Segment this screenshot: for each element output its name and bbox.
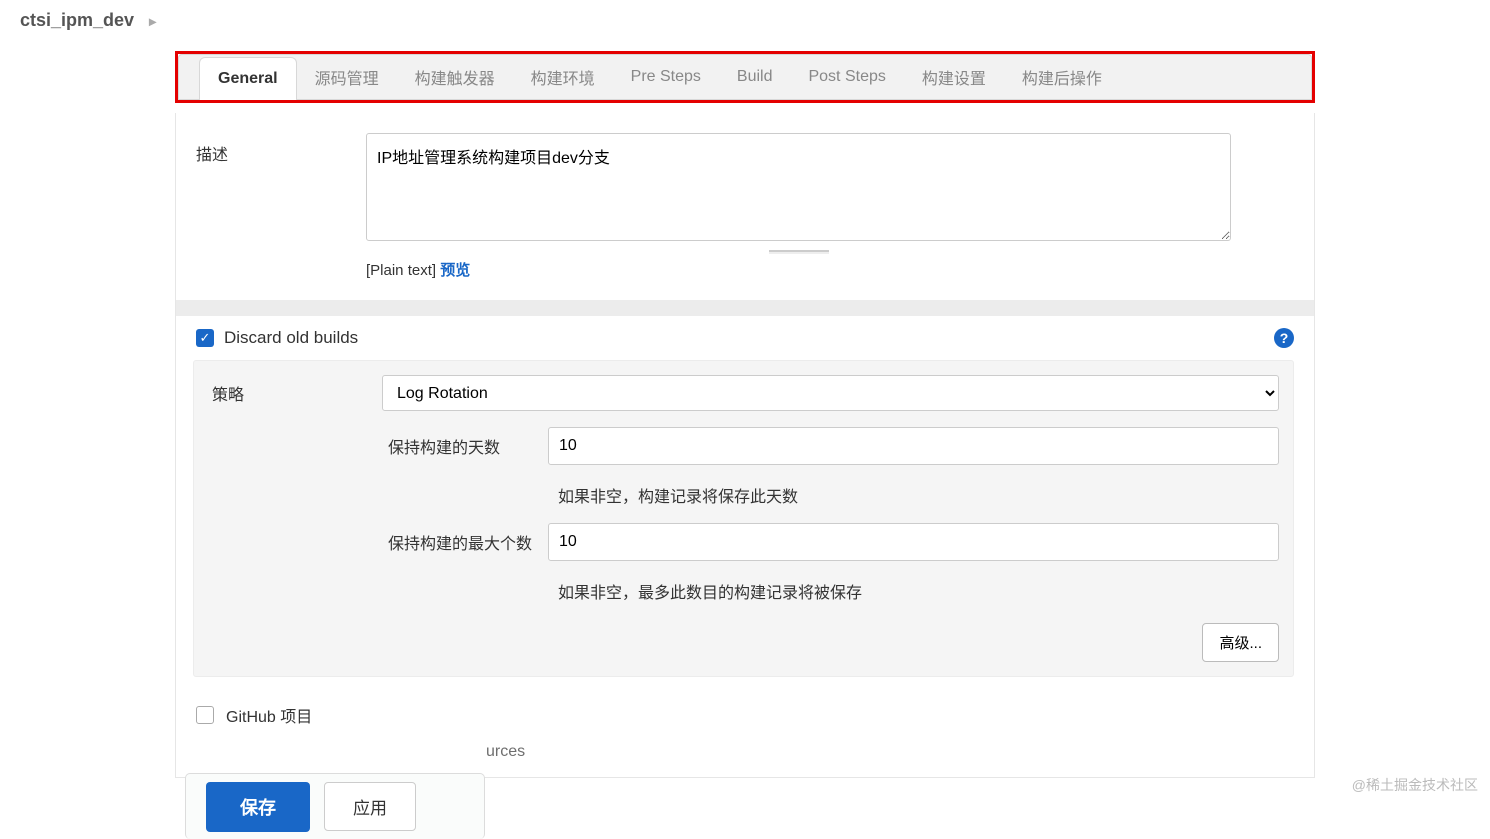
tab-env[interactable]: 构建环境 [513,55,613,99]
tab-bar: General 源码管理 构建触发器 构建环境 Pre Steps Build … [178,54,1312,100]
description-textarea[interactable]: IP地址管理系统构建项目dev分支 [366,133,1231,241]
chevron-right-icon: ▸ [149,13,156,29]
tab-scm[interactable]: 源码管理 [297,55,397,99]
breadcrumb-title[interactable]: ctsi_ipm_dev [20,10,134,30]
discard-old-builds-row: ✓ Discard old builds ? [196,328,1294,348]
save-bar: 保存 应用 [185,773,485,839]
github-project-checkbox[interactable] [196,706,214,724]
section-divider [176,300,1314,316]
tab-build[interactable]: Build [719,55,791,99]
tab-general[interactable]: General [199,57,297,100]
tabs-highlight-box: General 源码管理 构建触发器 构建环境 Pre Steps Build … [175,51,1315,103]
textarea-resize-bar[interactable] [366,250,1231,255]
tab-post-build[interactable]: 构建后操作 [1004,55,1120,99]
save-button[interactable]: 保存 [206,782,310,832]
tab-post-steps[interactable]: Post Steps [790,55,903,99]
form-area: 描述 IP地址管理系统构建项目dev分支 [Plain text] 预览 ✓ D… [175,113,1315,778]
github-project-label: GitHub 项目 [226,703,312,727]
strategy-label: 策略 [208,381,382,405]
partial-text: urces [486,743,525,761]
preview-link[interactable]: 预览 [440,262,470,279]
description-label: 描述 [196,133,366,165]
days-to-keep-label: 保持构建的天数 [378,434,548,458]
plain-text-label: [Plain text] [366,262,436,279]
max-builds-help: 如果非空，最多此数目的构建记录将被保存 [558,579,1279,603]
github-project-row: GitHub 项目 [196,703,1294,727]
advanced-button[interactable]: 高级... [1202,623,1279,662]
discard-old-builds-label: Discard old builds [224,328,358,348]
days-to-keep-input[interactable] [548,427,1279,465]
description-format-row: [Plain text] 预览 [366,259,1294,280]
partial-row: urces [196,743,1294,761]
tab-pre-steps[interactable]: Pre Steps [613,55,719,99]
tab-build-settings[interactable]: 构建设置 [904,55,1004,99]
tab-triggers[interactable]: 构建触发器 [397,55,513,99]
days-to-keep-help: 如果非空，构建记录将保存此天数 [558,483,1279,507]
max-builds-label: 保持构建的最大个数 [378,530,548,554]
discard-settings-block: 策略 Log Rotation 保持构建的天数 如果非空，构建记录将保存此天数 … [193,360,1294,677]
discard-old-builds-checkbox[interactable]: ✓ [196,329,214,347]
watermark: @稀土掘金技术社区 [1352,775,1478,795]
breadcrumb: ctsi_ipm_dev ▸ [0,0,1490,41]
apply-button[interactable]: 应用 [324,782,416,831]
strategy-select[interactable]: Log Rotation [382,375,1279,411]
help-icon[interactable]: ? [1274,328,1294,348]
max-builds-input[interactable] [548,523,1279,561]
